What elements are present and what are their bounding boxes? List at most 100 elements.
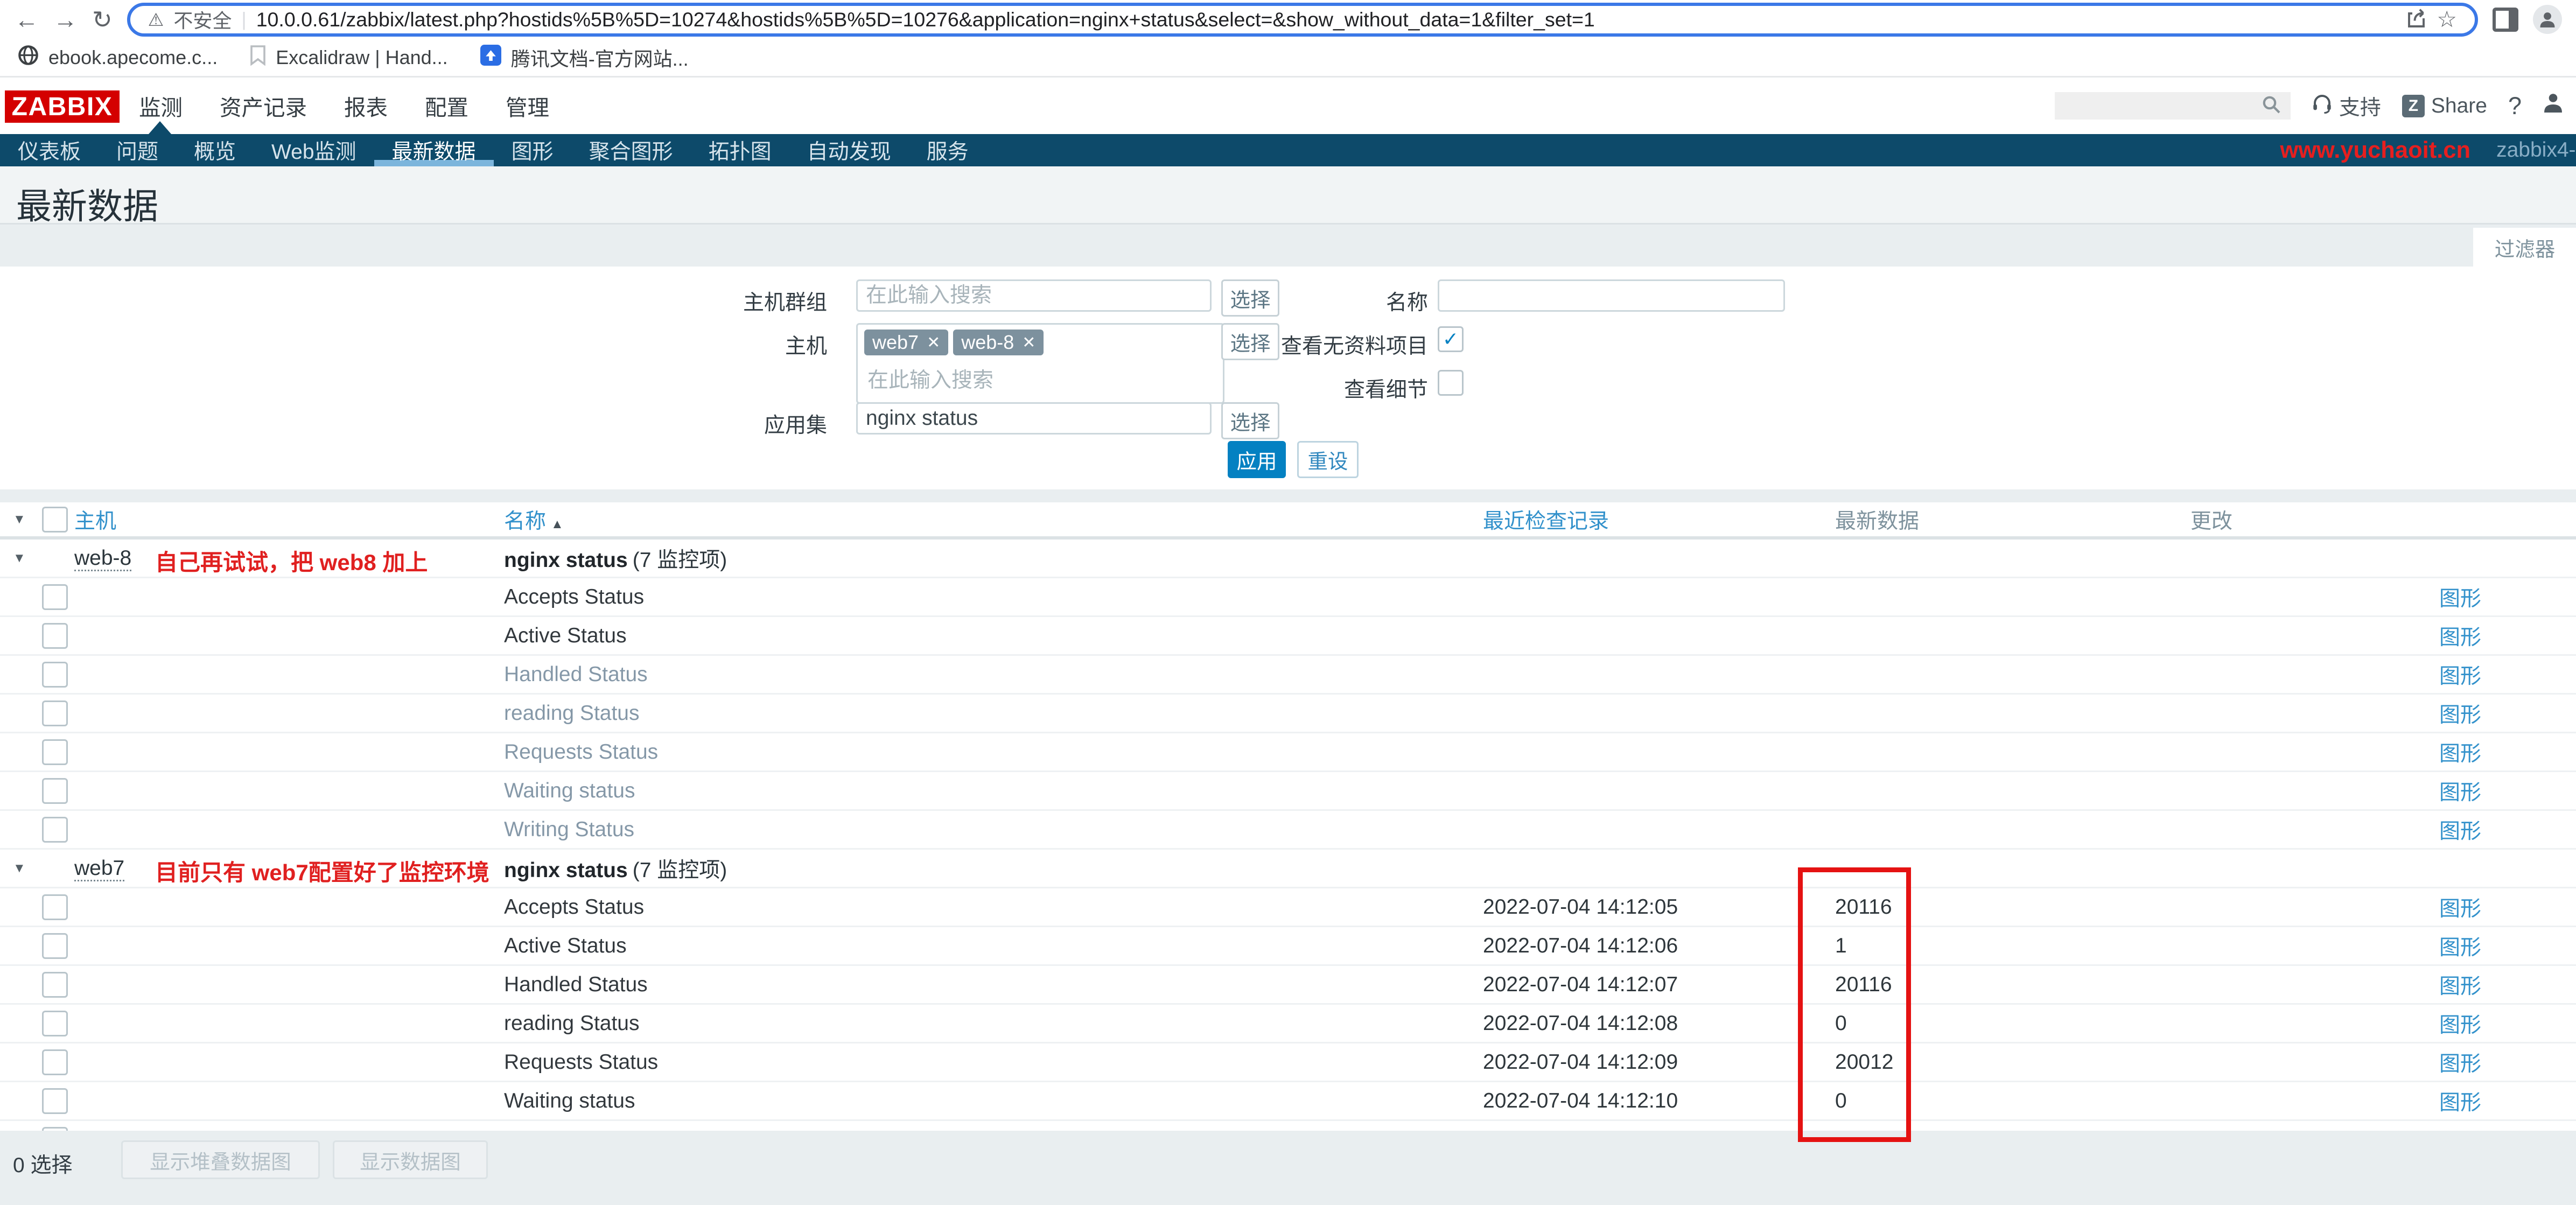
subnav-maps[interactable]: 拓扑图: [691, 134, 789, 166]
zabbix-logo[interactable]: ZABBIX: [5, 90, 120, 123]
host-tag[interactable]: web7 ✕: [864, 330, 948, 355]
show-details-checkbox[interactable]: [1438, 370, 1464, 396]
subnav-overview[interactable]: 概览: [176, 134, 254, 166]
item-checkbox[interactable]: [42, 894, 68, 920]
graph-link[interactable]: 图形: [2433, 892, 2481, 922]
host-link[interactable]: web7: [74, 857, 124, 881]
item-checkbox[interactable]: [42, 778, 68, 804]
item-row: Waiting status 图形: [0, 772, 2576, 811]
remove-tag-icon[interactable]: ✕: [1022, 333, 1035, 352]
not-secure-label[interactable]: 不安全: [173, 5, 232, 33]
host-group-row: ▼ web7 nginx status(7 监控项) 目前只有 web7配置好了…: [0, 850, 2576, 888]
reload-icon[interactable]: ↻: [92, 8, 113, 32]
graph-link[interactable]: 图形: [2433, 776, 2481, 806]
graph-link[interactable]: 图形: [2433, 698, 2481, 728]
filter-panel: 主机群组 选择 主机 web7 ✕ web-8 ✕ 在此输入搜索 选择 应用集 …: [0, 267, 2576, 489]
user-profile-icon[interactable]: [2543, 91, 2564, 121]
subnav-graphs[interactable]: 图形: [494, 134, 571, 166]
bookmark-item[interactable]: ebook.apecome.c...: [18, 45, 218, 71]
help-icon[interactable]: ?: [2508, 92, 2522, 120]
bookmark-star-icon[interactable]: ☆: [2437, 8, 2457, 31]
last-check-column-header[interactable]: 最近检查记录: [1483, 505, 1835, 535]
screen: ← → ↻ ⚠ 不安全 | 10.0.0.61/zabbix/latest.ph…: [0, 0, 2576, 1205]
bookmark-item[interactable]: 腾讯文档-官方网站...: [480, 44, 689, 72]
host-column-header[interactable]: 主机: [74, 505, 504, 535]
search-input[interactable]: [2055, 92, 2291, 120]
share-icon[interactable]: [2406, 5, 2427, 34]
display-stacked-graph-button[interactable]: 显示堆叠数据图: [121, 1140, 320, 1179]
share-link[interactable]: Z Share: [2402, 94, 2487, 118]
subnav-problems[interactable]: 问题: [99, 134, 176, 166]
graph-link[interactable]: 图形: [2433, 931, 2481, 961]
item-checkbox[interactable]: [42, 972, 68, 998]
url-text[interactable]: 10.0.0.61/zabbix/latest.php?hostids%5B%5…: [256, 8, 2397, 31]
item-checkbox[interactable]: [42, 1049, 68, 1075]
application-select-button[interactable]: 选择: [1221, 402, 1279, 439]
item-row: Accepts Status 2022-07-04 14:12:05 20116…: [0, 888, 2576, 927]
last-value-column-header: 最新数据: [1835, 505, 2190, 535]
show-details-label: 查看细节: [1131, 373, 1428, 403]
host-tag[interactable]: web-8 ✕: [953, 330, 1044, 355]
graph-link[interactable]: 图形: [2433, 582, 2481, 612]
graph-link[interactable]: 图形: [2433, 1047, 2481, 1077]
item-checkbox[interactable]: [42, 584, 68, 610]
item-checkbox[interactable]: [42, 700, 68, 726]
item-name: Waiting status: [504, 779, 1483, 803]
item-checkbox[interactable]: [42, 662, 68, 688]
forward-icon[interactable]: →: [53, 8, 78, 32]
graph-link[interactable]: 图形: [2433, 815, 2481, 845]
item-checkbox[interactable]: [42, 1088, 68, 1114]
item-checkbox[interactable]: [42, 623, 68, 649]
name-column-header[interactable]: 名称: [504, 510, 546, 533]
collapse-all-icon[interactable]: ▼: [0, 513, 39, 526]
search-icon: [2262, 91, 2281, 121]
reset-button[interactable]: 重设: [1297, 441, 1359, 478]
subnav-discovery[interactable]: 自动发现: [789, 134, 909, 166]
application-input[interactable]: [856, 402, 1212, 435]
active-menu-caret: [149, 121, 171, 134]
apply-button[interactable]: 应用: [1228, 441, 1286, 478]
select-all-checkbox[interactable]: [42, 507, 68, 533]
last-value: 1: [1835, 934, 2190, 958]
sidebar-toggle-icon[interactable]: [2493, 8, 2518, 32]
graph-link[interactable]: 图形: [2433, 1086, 2481, 1116]
item-checkbox[interactable]: [42, 817, 68, 843]
menu-item-reports[interactable]: 报表: [344, 90, 388, 122]
name-label: 名称: [1131, 286, 1428, 316]
graph-link[interactable]: 图形: [2433, 660, 2481, 690]
menu-item-monitoring[interactable]: 监测: [139, 90, 183, 122]
panel-gap: [0, 489, 2576, 502]
graph-link[interactable]: 图形: [2433, 970, 2481, 1000]
menu-item-inventory[interactable]: 资产记录: [220, 90, 307, 122]
host-tag-label: web7: [872, 331, 919, 354]
item-checkbox[interactable]: [42, 739, 68, 765]
subnav-services[interactable]: 服务: [909, 134, 986, 166]
collapse-group-icon[interactable]: ▼: [0, 552, 39, 565]
graph-link[interactable]: 图形: [2433, 1008, 2481, 1039]
subnav-web[interactable]: Web监测: [254, 134, 374, 166]
browser-profile-avatar[interactable]: [2533, 5, 2562, 34]
bookmark-label: ebook.apecome.c...: [48, 46, 218, 69]
support-link[interactable]: 支持: [2312, 91, 2381, 121]
subnav-right: www.yuchaoit.cn zabbix4-s: [2280, 134, 2576, 166]
host-link[interactable]: web-8: [74, 547, 131, 571]
remove-tag-icon[interactable]: ✕: [927, 333, 940, 352]
item-checkbox[interactable]: [42, 1011, 68, 1036]
filter-tab[interactable]: 过滤器: [2473, 228, 2576, 267]
graph-link[interactable]: 图形: [2433, 621, 2481, 651]
subnav-latest-data[interactable]: 最新数据: [374, 134, 494, 166]
graph-link[interactable]: 图形: [2433, 737, 2481, 767]
address-bar[interactable]: ⚠ 不安全 | 10.0.0.61/zabbix/latest.php?host…: [127, 3, 2478, 37]
subnav-screens[interactable]: 聚合图形: [571, 134, 691, 166]
subnav-dashboard[interactable]: 仪表板: [0, 134, 99, 166]
item-checkbox[interactable]: [42, 933, 68, 959]
name-input[interactable]: [1438, 279, 1785, 312]
back-icon[interactable]: ←: [15, 8, 39, 32]
menu-item-administration[interactable]: 管理: [506, 90, 549, 122]
bookmark-item[interactable]: Excalidraw | Hand...: [250, 45, 447, 71]
menu-item-configuration[interactable]: 配置: [425, 90, 468, 122]
display-graph-button[interactable]: 显示数据图: [333, 1140, 488, 1179]
show-without-data-checkbox[interactable]: ✓: [1438, 326, 1464, 352]
bookmark-label: Excalidraw | Hand...: [276, 46, 447, 69]
collapse-group-icon[interactable]: ▼: [0, 862, 39, 875]
